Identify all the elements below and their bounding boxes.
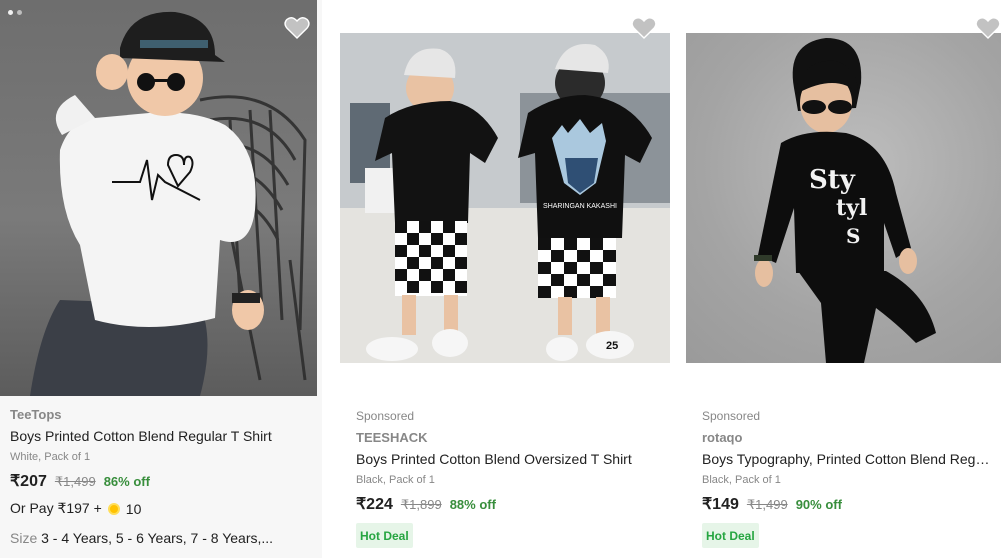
selling-price: ₹207 (10, 473, 47, 490)
product-photo-boy-black-hoodie-set: Sty tyl S (754, 38, 936, 363)
image-carousel-dots (8, 10, 22, 15)
brand-name: TEESHACK (356, 430, 428, 445)
brand-name: TeeTops (10, 407, 62, 422)
product-image[interactable]: Sty tyl S (686, 33, 1001, 363)
product-variant: White, Pack of 1 (10, 451, 91, 463)
product-info: Sponsored TEESHACK Boys Printed Cotton B… (356, 408, 670, 548)
product-title[interactable]: Boys Printed Cotton Blend Regular T Shir… (10, 426, 316, 446)
product-card[interactable]: Sty tyl S Sponsored rotaqo Boys Typograp… (676, 0, 1001, 558)
product-info: TeeTops Boys Printed Cotton Blend Regula… (10, 407, 316, 546)
or-pay-text: Or Pay ₹197 + (10, 500, 102, 516)
brand-name: rotaqo (702, 430, 743, 445)
sponsored-label: Sponsored (702, 409, 761, 423)
discount-percent: 88% off (449, 497, 496, 512)
print-text-style: Sty (809, 165, 856, 195)
discount-percent: 90% off (795, 497, 842, 512)
heart-icon (284, 17, 310, 39)
product-card[interactable]: TeeTops Boys Printed Cotton Blend Regula… (0, 0, 322, 558)
wishlist-button[interactable] (975, 16, 1001, 40)
price-row: ₹207 ₹1,499 86% off (10, 471, 316, 491)
product-info: Sponsored rotaqo Boys Typography, Printe… (702, 408, 995, 548)
product-photo-boys-black-oversized-tee: SHARINGAN KAKASHI 25 (340, 33, 670, 363)
selling-price: ₹224 (356, 496, 393, 513)
heart-icon (975, 17, 1001, 39)
original-price: ₹1,899 (400, 497, 442, 512)
print-text-sharingan: SHARINGAN KAKASHI (543, 203, 617, 210)
sponsored-label: Sponsored (356, 409, 415, 423)
product-variant: Black, Pack of 1 (356, 474, 435, 486)
shoe-number-text: 25 (606, 340, 618, 352)
price-row: ₹224 ₹1,899 88% off (356, 494, 670, 514)
price-row: ₹149 ₹1,499 90% off (702, 494, 995, 514)
hot-deal-badge: Hot Deal (702, 523, 759, 548)
product-image[interactable]: SHARINGAN KAKASHI 25 (340, 33, 670, 363)
product-variant: Black, Pack of 1 (702, 474, 781, 486)
product-image[interactable] (0, 0, 317, 396)
svg-text:S: S (846, 224, 860, 248)
product-title[interactable]: Boys Typography, Printed Cotton Blend Re… (702, 449, 995, 469)
product-title[interactable]: Boys Printed Cotton Blend Oversized T Sh… (356, 449, 670, 469)
wishlist-button[interactable] (631, 16, 657, 40)
discount-percent: 86% off (103, 474, 150, 489)
wishlist-button[interactable] (284, 16, 310, 40)
supercoin-icon (107, 502, 120, 515)
hot-deal-badge: Hot Deal (356, 523, 413, 548)
size-values: 3 - 4 Years, 5 - 6 Years, 7 - 8 Years,..… (41, 530, 274, 546)
original-price: ₹1,499 (54, 474, 96, 489)
svg-text:tyl: tyl (836, 195, 867, 221)
selling-price: ₹149 (702, 496, 739, 513)
product-card[interactable]: SHARINGAN KAKASHI 25 Sponsored TEESHACK … (330, 0, 676, 558)
original-price: ₹1,499 (746, 497, 788, 512)
size-label: Size (10, 530, 38, 546)
heart-icon (631, 17, 657, 39)
coin-count: 10 (125, 500, 142, 517)
product-photo-boy-white-sweatshirt (30, 11, 307, 396)
size-availability: Size 3 - 4 Years, 5 - 6 Years, 7 - 8 Yea… (10, 530, 316, 546)
or-pay-offer: Or Pay ₹197 + 10 (10, 500, 316, 517)
